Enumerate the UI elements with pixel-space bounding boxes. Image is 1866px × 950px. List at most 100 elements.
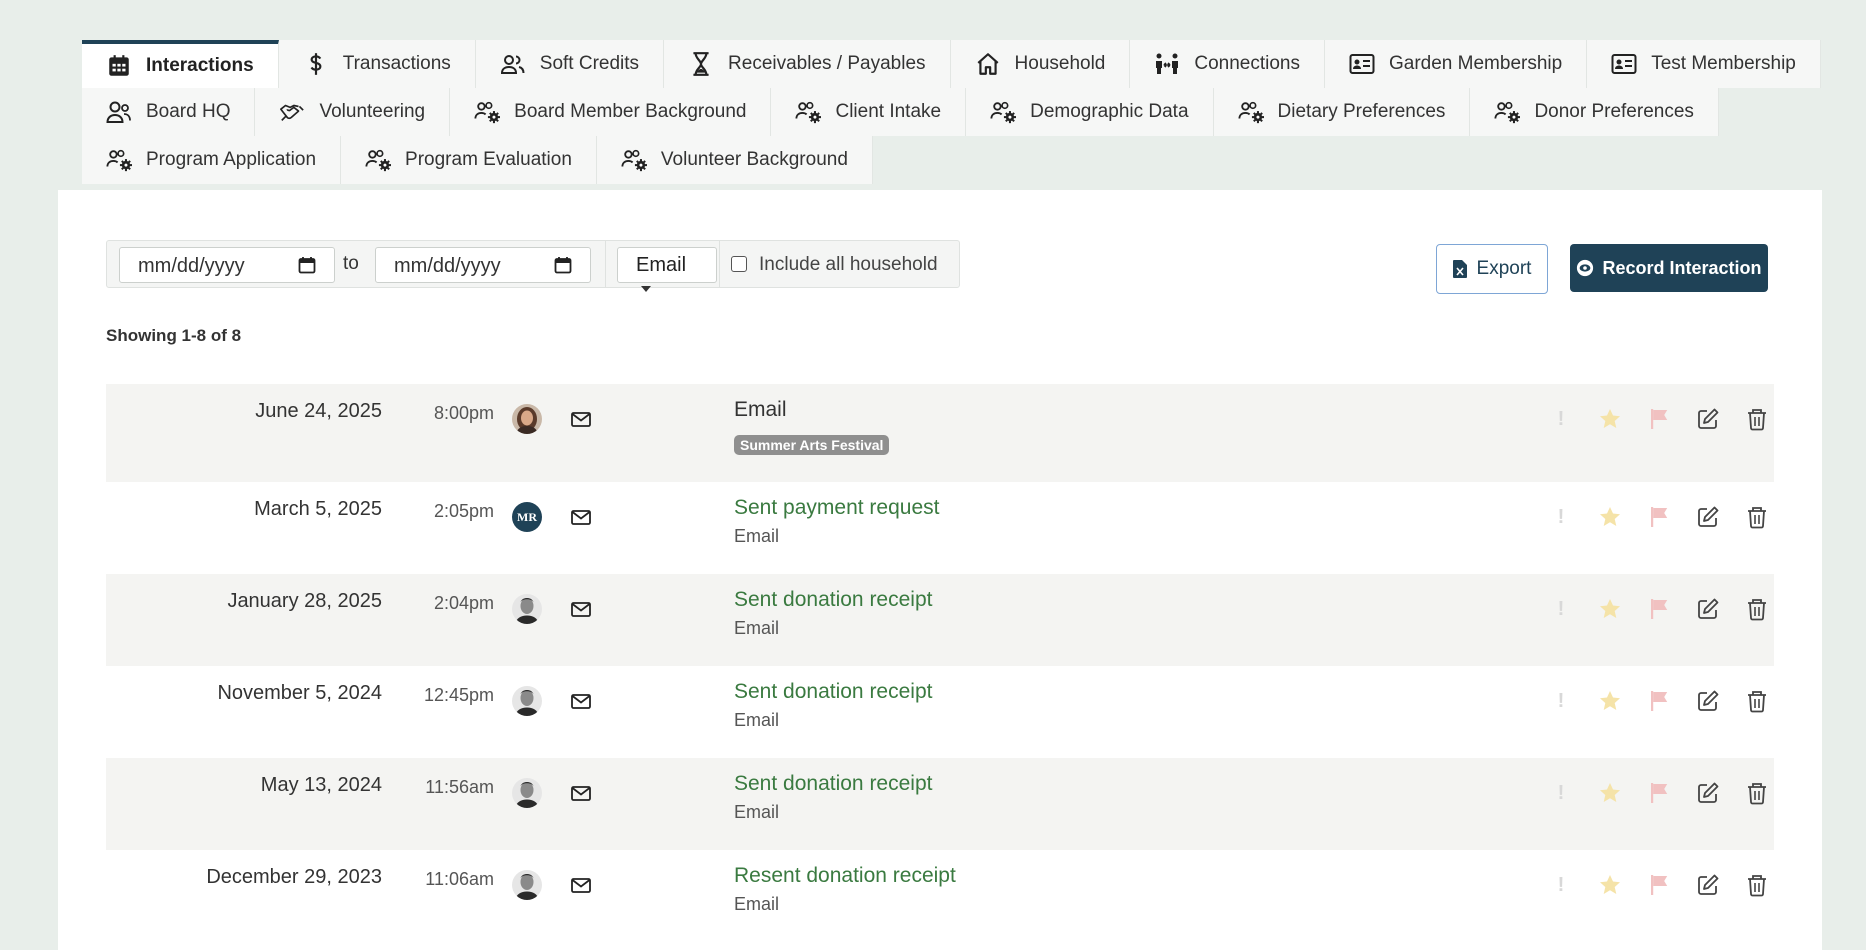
interaction-list: June 24, 2025 8:00pm Email Summer Arts Fest… [106, 384, 1774, 942]
users-cog-icon [990, 99, 1017, 125]
star-icon[interactable] [1597, 688, 1623, 714]
include-household-checkbox[interactable] [731, 256, 747, 272]
trash-icon[interactable] [1744, 406, 1770, 432]
edit-icon[interactable] [1695, 872, 1721, 898]
star-icon[interactable] [1597, 872, 1623, 898]
tab-row-3: Program Application Program Evaluation Vol… [82, 136, 1786, 184]
flag-icon[interactable] [1646, 688, 1672, 714]
interaction-title[interactable]: Sent payment request [734, 496, 939, 520]
envelope-icon [570, 408, 592, 430]
star-icon[interactable] [1597, 406, 1623, 432]
avatar [512, 404, 542, 434]
edit-icon[interactable] [1695, 780, 1721, 806]
exclamation-icon[interactable]: ! [1548, 872, 1574, 898]
date-from-input[interactable]: mm/dd/yyyy [119, 247, 335, 283]
tab-board-member-background[interactable]: Board Member Background [450, 88, 772, 136]
exclamation-icon[interactable]: ! [1548, 504, 1574, 530]
users-cog-icon [474, 99, 501, 125]
tab-volunteer-background[interactable]: Volunteer Background [596, 136, 873, 184]
hourglass-icon [688, 51, 714, 77]
calendar-icon [106, 53, 132, 79]
interaction-title[interactable]: Sent donation receipt [734, 680, 932, 704]
date-to-input[interactable]: mm/dd/yyyy [375, 247, 591, 283]
edit-icon[interactable] [1695, 406, 1721, 432]
include-household-label[interactable]: Include all household [759, 254, 938, 276]
edit-icon[interactable] [1695, 688, 1721, 714]
flag-icon[interactable] [1646, 406, 1672, 432]
tab-dietary-preferences[interactable]: Dietary Preferences [1213, 88, 1471, 136]
interaction-date: December 29, 2023 [206, 866, 382, 888]
trash-icon[interactable] [1744, 504, 1770, 530]
interaction-title[interactable]: Resent donation receipt [734, 864, 956, 888]
tab-receivables-payables[interactable]: Receivables / Payables [664, 40, 951, 88]
trash-icon[interactable] [1744, 688, 1770, 714]
interaction-title[interactable]: Sent donation receipt [734, 772, 932, 796]
flag-icon[interactable] [1646, 872, 1672, 898]
interaction-type-dropdown[interactable]: Email [617, 247, 717, 292]
tab-program-application[interactable]: Program Application [82, 136, 342, 184]
tab-household[interactable]: Household [950, 40, 1131, 88]
envelope-icon [570, 506, 592, 528]
tab-interactions[interactable]: Interactions [82, 40, 279, 88]
interactions-panel: mm/dd/yyyy to mm/dd/yyyy Email Include a… [58, 190, 1822, 950]
star-icon[interactable] [1597, 504, 1623, 530]
envelope-icon [570, 782, 592, 804]
flag-icon[interactable] [1646, 596, 1672, 622]
exclamation-icon[interactable]: ! [1548, 780, 1574, 806]
tab-label: Transactions [342, 53, 451, 74]
eye-icon [1577, 259, 1594, 277]
tab-label: Dietary Preferences [1277, 101, 1446, 122]
users-cog-icon [795, 99, 822, 125]
export-button[interactable]: Export [1436, 244, 1548, 294]
flag-icon[interactable] [1646, 780, 1672, 806]
tab-bar: Interactions Transactions Soft Credits Rece… [82, 40, 1821, 184]
date-to-placeholder: mm/dd/yyyy [394, 255, 501, 277]
interaction-row: January 28, 2025 2:04pm Sent donation rece… [106, 574, 1774, 666]
edit-icon[interactable] [1695, 504, 1721, 530]
tab-transactions[interactable]: Transactions [278, 40, 476, 88]
tab-label: Receivables / Payables [728, 53, 926, 74]
edit-icon[interactable] [1695, 596, 1721, 622]
calendar-picker-icon[interactable] [298, 256, 316, 274]
tab-test-membership[interactable]: Test Membership [1587, 40, 1821, 88]
tab-soft-credits[interactable]: Soft Credits [475, 40, 665, 88]
tab-volunteering[interactable]: Volunteering [255, 88, 451, 136]
interaction-time: 8:00pm [433, 403, 494, 423]
dollar-icon [303, 51, 329, 77]
exclamation-icon[interactable]: ! [1548, 406, 1574, 432]
tab-label: Board Member Background [514, 101, 747, 122]
interaction-date: January 28, 2025 [227, 590, 382, 612]
tab-label: Board HQ [146, 101, 231, 122]
tab-label: Garden Membership [1389, 53, 1563, 74]
tab-label: Demographic Data [1030, 101, 1189, 122]
envelope-icon [570, 690, 592, 712]
tab-demographic-data[interactable]: Demographic Data [966, 88, 1214, 136]
trash-icon[interactable] [1744, 596, 1770, 622]
star-icon[interactable] [1597, 780, 1623, 806]
date-range-to-label: to [343, 253, 359, 274]
tab-program-evaluation[interactable]: Program Evaluation [341, 136, 597, 184]
tab-board-hq[interactable]: Board HQ [82, 88, 256, 136]
interaction-type-selected: Email [636, 254, 687, 276]
trash-icon[interactable] [1744, 780, 1770, 806]
tab-row-1: Interactions Transactions Soft Credits Rece… [82, 40, 1821, 88]
exclamation-icon[interactable]: ! [1548, 688, 1574, 714]
tab-connections[interactable]: Connections [1130, 40, 1325, 88]
tab-client-intake[interactable]: Client Intake [771, 88, 967, 136]
exclamation-icon[interactable]: ! [1548, 596, 1574, 622]
avatar: MR [512, 502, 542, 532]
flag-icon[interactable] [1646, 504, 1672, 530]
calendar-picker-icon[interactable] [554, 256, 572, 274]
tab-label: Program Application [146, 149, 317, 170]
trash-icon[interactable] [1744, 872, 1770, 898]
star-icon[interactable] [1597, 596, 1623, 622]
tab-label: Household [1014, 53, 1106, 74]
tab-garden-membership[interactable]: Garden Membership [1325, 40, 1588, 88]
tab-label: Soft Credits [539, 53, 640, 74]
envelope-icon [570, 874, 592, 896]
interaction-type: Email [734, 526, 780, 546]
tab-donor-preferences[interactable]: Donor Preferences [1470, 88, 1719, 136]
interaction-type: Email [734, 802, 780, 822]
record-interaction-button[interactable]: Record Interaction [1570, 244, 1768, 292]
interaction-title[interactable]: Sent donation receipt [734, 588, 932, 612]
